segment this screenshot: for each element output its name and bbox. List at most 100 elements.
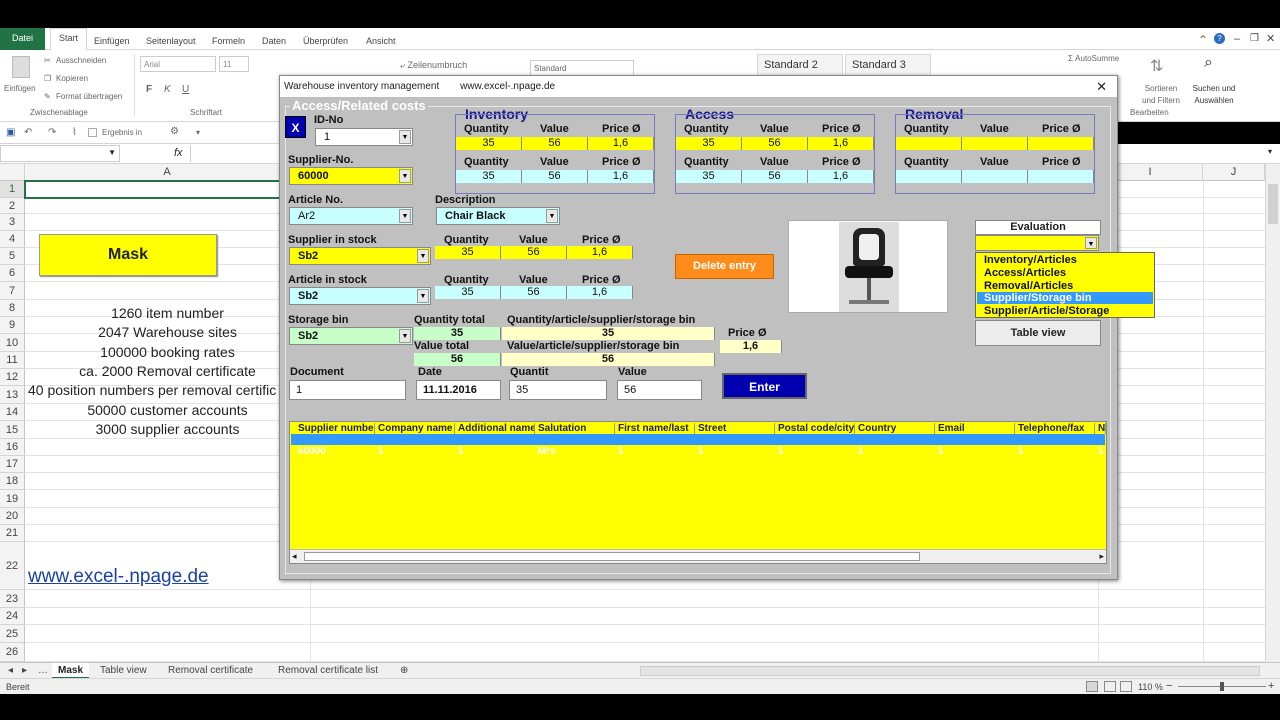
row-header[interactable]: 8 [0,300,25,317]
copy-button[interactable]: Kopieren [56,74,88,83]
style-standard-2[interactable]: Standard 2 [757,54,843,76]
paste-icon[interactable] [12,56,30,78]
chevron-down-icon[interactable]: ▼ [399,329,411,343]
window-restore-icon[interactable]: ❐ [1250,33,1259,44]
website-link[interactable]: www.excel-.npage.de [28,566,209,588]
style-standard-3[interactable]: Standard 3 [845,54,931,76]
storage-bin-select[interactable]: Sb2 ▼ [289,327,413,345]
chevron-down-icon[interactable]: ▼ [399,209,411,223]
gear-icon[interactable]: ⚙ [170,126,179,137]
find-select-button[interactable]: Suchen und Auswählen [1190,83,1238,107]
evaluation-select[interactable]: ▼ [975,235,1099,251]
tab-formulas[interactable]: Formeln [212,36,245,46]
column-header[interactable]: A [25,164,310,181]
select-all-corner[interactable] [0,164,25,181]
customize-qat-icon[interactable]: ▾ [196,128,200,137]
evaluation-option[interactable]: Inventory/Articles [977,254,1153,266]
tab-insert[interactable]: Einfügen [94,36,130,46]
page-layout-icon[interactable] [1104,681,1116,692]
scroll-thumb[interactable] [1268,184,1278,224]
tab-file[interactable]: Datei [0,28,46,50]
list-scroll-thumb[interactable] [304,552,920,561]
vertical-scrollbar[interactable] [1265,164,1280,662]
tab-scroll-first-icon[interactable]: ▸ [16,663,33,679]
list-hscrollbar[interactable]: ◂ ▸ [290,549,1106,563]
x-button[interactable]: X [285,116,306,138]
row-header[interactable]: 26 [0,643,25,662]
row-header[interactable]: 15 [0,421,25,439]
result-checkbox[interactable] [88,128,97,137]
chevron-down-icon[interactable]: ▼ [417,289,429,303]
list-header[interactable]: Company name [375,423,455,434]
article-stock-select[interactable]: Sb2 ▼ [289,287,431,305]
row-header[interactable]: 11 [0,352,25,369]
list-header[interactable]: Salutation [535,423,615,434]
quantity-input[interactable]: 35 [509,380,607,400]
row-header[interactable]: 4 [0,231,25,248]
row-header[interactable]: 12 [0,369,25,386]
scroll-left-icon[interactable]: ◂ [292,551,297,562]
list-header[interactable]: Telephone/fax [1015,423,1095,434]
help-icon[interactable]: ? [1214,33,1225,44]
bold-icon[interactable]: F [146,84,152,95]
row-header[interactable]: 19 [0,490,25,508]
row-header[interactable]: 18 [0,473,25,490]
delete-entry-button[interactable]: Delete entry [675,254,774,279]
enter-button[interactable]: Enter [722,373,807,399]
row-header[interactable]: 20 [0,508,25,525]
article-select[interactable]: Ar2 ▼ [289,207,413,225]
sheet-tab-mask[interactable]: Mask [52,663,90,679]
font-name-select[interactable]: Arial [140,56,216,72]
evaluation-option[interactable]: Access/Articles [977,267,1153,279]
minimize-ribbon-icon[interactable]: ⌃ [1198,33,1208,47]
date-input[interactable]: 11.11.2016 [416,380,501,400]
row-header[interactable]: 10 [0,334,25,352]
number-format-select[interactable]: Standard [530,60,634,76]
row-header[interactable]: 14 [0,404,25,421]
italic-icon[interactable]: K [164,84,171,95]
id-select[interactable]: 1 ▼ [315,128,413,146]
row-header[interactable]: 24 [0,608,25,625]
tab-view[interactable]: Ansicht [366,36,396,46]
row-header[interactable]: 16 [0,439,25,456]
list-header[interactable]: Supplier number [295,423,375,434]
supplier-select[interactable]: 60000 ▼ [289,167,413,185]
row-header[interactable]: 22 [0,542,25,590]
redo-icon[interactable]: ↷ [48,127,56,138]
table-view-button[interactable]: Table view [975,320,1101,346]
evaluation-option[interactable]: Supplier/Article/Storage [977,305,1153,317]
zoom-out-icon[interactable]: − [1166,680,1172,692]
chart-icon[interactable]: ⌇ [72,127,77,138]
fx-icon[interactable]: fx [174,147,183,159]
autosum-button[interactable]: Σ AutoSumme [1068,54,1119,63]
supplier-list[interactable]: Supplier number Company name Additional … [289,421,1107,564]
form-close-icon[interactable]: ✕ [1096,79,1107,95]
evaluation-option-selected[interactable]: Supplier/Storage bin [977,292,1153,304]
document-input[interactable]: 1 [289,380,406,400]
row-header[interactable]: 25 [0,625,25,643]
row-header[interactable]: 7 [0,282,25,300]
evaluation-option[interactable]: Removal/Articles [977,280,1153,292]
page-break-icon[interactable] [1120,681,1132,692]
row-header[interactable]: 6 [0,265,25,282]
sort-filter-button[interactable]: Sortieren und Filtern [1138,83,1184,107]
list-header[interactable]: Additional name [455,423,535,434]
supplier-stock-select[interactable]: Sb2 ▼ [289,247,431,265]
normal-view-icon[interactable] [1086,681,1098,692]
sheet-tab-removal-certificate-list[interactable]: Removal certificate list [272,663,384,679]
chevron-down-icon[interactable]: ▼ [399,130,411,144]
chevron-down-icon[interactable]: ▼ [1085,237,1097,249]
paste-button[interactable]: Einfügen [4,84,36,93]
zoom-in-icon[interactable]: + [1268,680,1274,692]
list-header[interactable]: Country [855,423,935,434]
mask-button[interactable]: Mask [39,234,217,276]
row-header[interactable]: 5 [0,248,25,265]
list-header[interactable]: Street [695,423,775,434]
evaluation-dropdown-list[interactable]: Inventory/Articles Access/Articles Remov… [975,252,1155,318]
list-header[interactable]: First name/last [615,423,695,434]
active-cell[interactable] [24,180,311,199]
save-icon[interactable]: ▣ [6,127,15,138]
new-sheet-icon[interactable]: ⊕ [394,663,414,679]
tab-data[interactable]: Daten [262,36,286,46]
wrap-text-button[interactable]: ⤶ Zeilenumbruch [400,60,467,71]
